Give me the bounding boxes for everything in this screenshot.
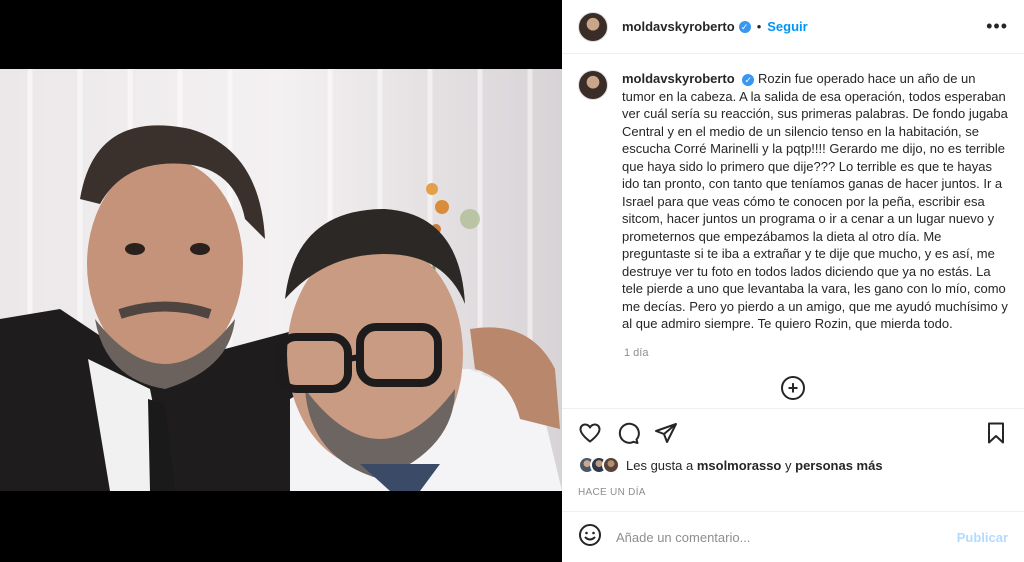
liker-avatar[interactable] — [602, 456, 620, 474]
caption-row: moldavskyroberto ✓ Rozin fue operado hac… — [578, 70, 1008, 333]
caption-body: Rozin fue operado hace un año de un tumo… — [622, 71, 1008, 331]
caption-area: moldavskyroberto ✓ Rozin fue operado hac… — [562, 54, 1024, 406]
separator-dot: • — [756, 19, 762, 34]
share-icon[interactable] — [654, 421, 678, 454]
caption-age[interactable]: 1 día — [624, 347, 1008, 359]
post-header: moldavskyroberto ✓ • Seguir ••• — [562, 0, 1024, 54]
publish-button[interactable]: Publicar — [957, 530, 1008, 545]
comment-icon[interactable] — [616, 421, 640, 454]
likes-others-link[interactable]: personas más — [795, 458, 882, 473]
bookmark-icon[interactable] — [984, 421, 1008, 450]
likes-summary: Les gusta a msolmorasso y personas más — [578, 456, 883, 474]
post-panel: moldavskyroberto ✓ • Seguir ••• moldavsk… — [562, 0, 1024, 562]
post-media — [0, 0, 562, 562]
emoji-icon[interactable] — [578, 523, 602, 552]
username-link[interactable]: moldavskyroberto — [622, 19, 735, 34]
liker-username[interactable]: msolmorasso — [697, 458, 782, 473]
verified-badge-icon: ✓ — [742, 73, 755, 86]
follow-button[interactable]: Seguir — [767, 19, 807, 34]
likes-prefix: Les gusta a — [626, 457, 694, 473]
caption-avatar[interactable] — [578, 70, 608, 100]
caption-username[interactable]: moldavskyroberto — [622, 71, 735, 86]
likes-text: Les gusta a msolmorasso y personas más — [626, 458, 883, 473]
likes-conj: y — [785, 457, 792, 473]
comment-bar: Publicar — [562, 511, 1024, 562]
photo-illustration — [0, 69, 562, 491]
heart-icon[interactable] — [578, 421, 602, 454]
post-photo[interactable] — [0, 69, 562, 491]
action-bar — [562, 408, 1024, 454]
more-icon[interactable]: ••• — [986, 16, 1008, 37]
verified-badge-icon: ✓ — [738, 20, 751, 33]
plus-circle-icon[interactable]: + — [781, 376, 805, 400]
avatar[interactable] — [578, 11, 608, 42]
caption: moldavskyroberto ✓ Rozin fue operado hac… — [622, 70, 1008, 333]
comment-input[interactable] — [616, 529, 957, 545]
post-date[interactable]: HACE UN DÍA — [578, 487, 646, 498]
